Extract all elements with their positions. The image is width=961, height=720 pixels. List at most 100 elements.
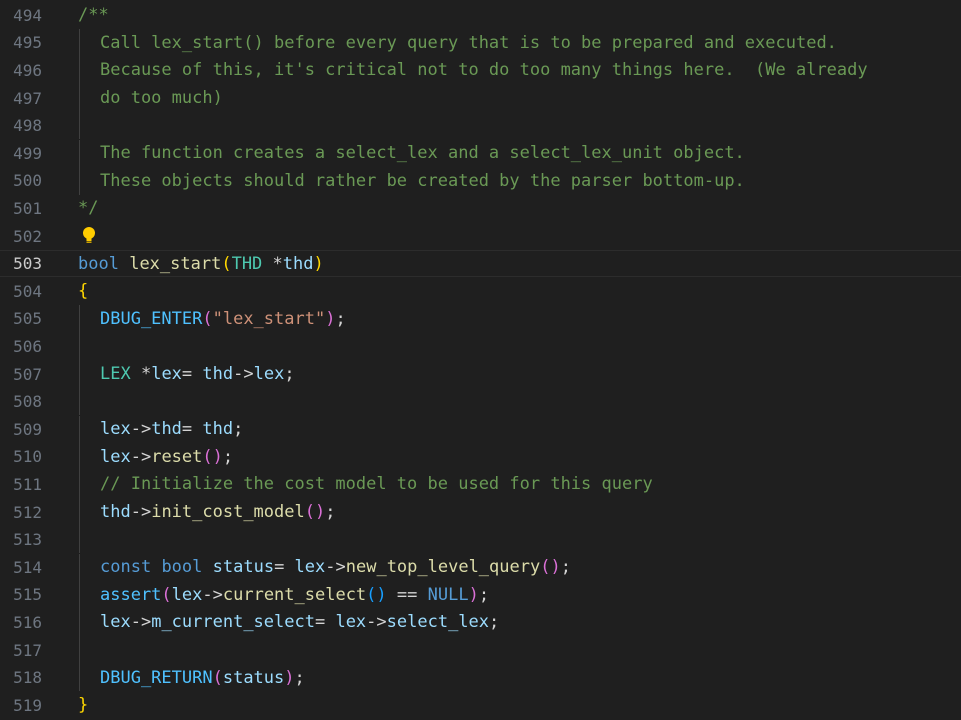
code-editor[interactable]: 494 /** 495 Call lex_start() before every q… — [0, 0, 961, 720]
code-line[interactable]: 508 — [0, 387, 961, 416]
code-token: Because of this, it's critical not to do… — [100, 60, 868, 81]
code-line[interactable]: 506 — [0, 332, 961, 361]
code-line[interactable]: 507 LEX * lex = thd -> lex; — [0, 360, 961, 388]
code-token: -> — [130, 419, 152, 440]
line-number[interactable]: 511 — [0, 475, 42, 494]
code-token: ; — [478, 584, 490, 605]
code-line[interactable]: 516 lex -> m_current_select = lex -> select_le… — [0, 608, 961, 637]
code-line[interactable]: 497 do too much) — [0, 84, 961, 112]
code-line[interactable]: 499 The function creates a select_lex and… — [0, 139, 961, 168]
code-line[interactable]: 504 { — [0, 278, 961, 306]
line-number[interactable]: 519 — [0, 696, 42, 715]
line-number[interactable]: 514 — [0, 558, 42, 577]
code-token: thd — [100, 502, 131, 523]
code-line[interactable]: 519} — [0, 692, 961, 720]
code-token: thd — [151, 419, 182, 440]
line-number[interactable]: 502 — [0, 227, 42, 246]
code-line[interactable]: 513 — [0, 525, 961, 554]
code-line[interactable]: 500 These objects should rather be create… — [0, 167, 961, 195]
code-line[interactable]: 510 lex -> reset(); — [0, 443, 961, 471]
code-content: thd -> init_cost_model(); — [78, 498, 335, 526]
code-token: DBUG_RETURN — [100, 667, 213, 688]
code-line[interactable]: 515 assert(lex -> current_select() == NULL)… — [0, 581, 961, 609]
code-content: const bool status = lex -> new_top_level_qu… — [78, 553, 571, 582]
code-token: lex — [100, 612, 131, 633]
line-number[interactable]: 498 — [0, 116, 42, 135]
code-token: DBUG_ENTER — [100, 308, 203, 329]
line-number[interactable]: 518 — [0, 668, 42, 687]
indent-guide — [79, 111, 80, 140]
line-number[interactable]: 497 — [0, 89, 42, 108]
code-content: */ — [78, 195, 98, 223]
code-token: -> — [233, 364, 254, 385]
code-token: () — [366, 584, 387, 605]
line-number[interactable]: 499 — [0, 144, 42, 163]
code-content: Call lex_start() before every query that… — [78, 29, 837, 57]
code-token: lex — [253, 364, 285, 385]
code-token: ; — [489, 612, 500, 633]
line-number[interactable]: 516 — [0, 613, 42, 632]
indent-guide — [79, 387, 80, 416]
indent-guide — [79, 636, 80, 664]
line-number[interactable]: 503 — [0, 254, 42, 273]
code-content — [78, 111, 100, 140]
code-line[interactable]: 495 Call lex_start() before every query t… — [0, 29, 961, 57]
line-number[interactable]: 505 — [0, 309, 42, 328]
code-token: "lex_start" — [212, 308, 326, 329]
code-content: DBUG_RETURN(status); — [78, 663, 305, 692]
code-token: bool — [161, 557, 203, 578]
code-content — [78, 222, 96, 250]
line-number[interactable]: 513 — [0, 530, 42, 549]
code-line[interactable]: 494 /** — [0, 2, 961, 30]
line-number[interactable]: 507 — [0, 365, 42, 384]
code-token: THD — [231, 253, 263, 274]
line-number[interactable]: 509 — [0, 420, 42, 439]
code-token: () — [202, 446, 223, 467]
code-line[interactable]: 502 — [0, 222, 961, 250]
line-number[interactable]: 496 — [0, 61, 42, 80]
line-number[interactable]: 504 — [0, 282, 42, 301]
code-token: These objects should rather be created b… — [100, 170, 745, 191]
code-token: current_select — [222, 584, 367, 605]
line-number[interactable]: 506 — [0, 337, 42, 356]
line-number[interactable]: 517 — [0, 641, 42, 660]
code-token: assert — [100, 584, 162, 605]
line-number[interactable]: 501 — [0, 199, 42, 218]
code-token: ( — [221, 253, 232, 274]
code-line[interactable]: 503 bool lex_start(THD * thd) — [0, 249, 961, 278]
line-number[interactable]: 500 — [0, 171, 42, 190]
code-line[interactable]: 518 DBUG_RETURN(status); — [0, 663, 961, 692]
code-token: LEX — [100, 364, 131, 385]
code-content: bool lex_start(THD * thd) — [78, 251, 324, 277]
line-number[interactable]: 515 — [0, 585, 42, 604]
code-line[interactable]: 514 const bool status = lex -> new_top_level… — [0, 553, 961, 582]
indent-guide — [79, 415, 80, 444]
code-token: = — [181, 364, 203, 385]
code-token: ( — [202, 308, 213, 329]
line-number[interactable]: 508 — [0, 392, 42, 411]
code-line[interactable]: 498 — [0, 111, 961, 140]
indent-guide — [79, 663, 80, 692]
indent-guide — [79, 525, 80, 554]
code-line[interactable]: 511 // Initialize the cost model to be us… — [0, 470, 961, 499]
code-content: These objects should rather be created b… — [78, 167, 745, 195]
code-token: -> — [366, 612, 387, 633]
line-number[interactable]: 495 — [0, 33, 42, 52]
line-number[interactable]: 494 — [0, 6, 42, 25]
code-line[interactable]: 496 Because of this, it's critical not to… — [0, 56, 961, 85]
code-line[interactable]: 517 — [0, 636, 961, 664]
code-token: lex — [294, 557, 326, 578]
code-line[interactable]: 501 */ — [0, 195, 961, 223]
code-token: * — [262, 253, 283, 274]
indent-guide — [79, 305, 80, 333]
code-line[interactable]: 509 lex -> thd = thd; — [0, 415, 961, 444]
code-token: () — [540, 557, 561, 578]
line-number[interactable]: 512 — [0, 503, 42, 522]
code-token: NULL — [427, 584, 469, 605]
code-token: ; — [560, 557, 571, 578]
code-content: The function creates a select_lex and a … — [78, 139, 745, 168]
line-number[interactable]: 510 — [0, 447, 42, 466]
code-line[interactable]: 512 thd -> init_cost_model(); — [0, 498, 961, 526]
lightbulb-icon[interactable] — [82, 226, 96, 246]
code-line[interactable]: 505 DBUG_ENTER("lex_start"); — [0, 305, 961, 333]
